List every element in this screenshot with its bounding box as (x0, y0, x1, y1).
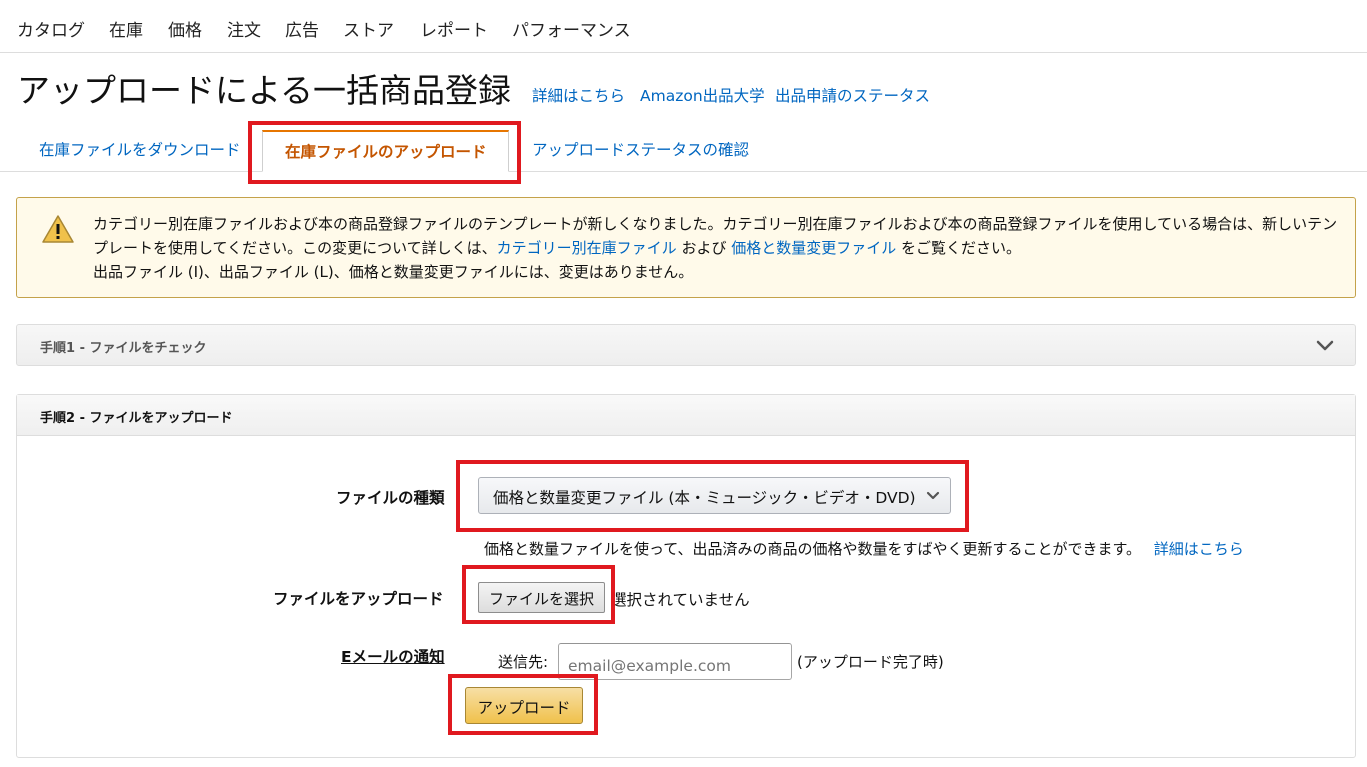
nav-item-inventory[interactable]: 在庫 (109, 16, 143, 41)
nav-item-stores[interactable]: ストア (343, 16, 394, 41)
tab-bar: 在庫ファイルをダウンロード アップロードステータスの確認 (0, 126, 1367, 172)
alert-text-and: および (676, 239, 732, 257)
page-title: アップロードによる一括商品登録 (17, 71, 512, 110)
email-suffix-text: (アップロード完了時) (797, 653, 944, 671)
category-inventory-file-link[interactable]: カテゴリー別在庫ファイル (497, 239, 677, 257)
seller-university-link[interactable]: Amazon出品大学 (640, 84, 765, 106)
file-type-label: ファイルの種類 (336, 489, 445, 507)
learn-more-link[interactable]: 詳細はこちら (532, 84, 625, 106)
nav-item-orders[interactable]: 注文 (227, 16, 261, 41)
tab-upload-inventory-file[interactable]: 在庫ファイルのアップロード (285, 140, 487, 162)
step1-label: 手順1 - ファイルをチェック (40, 341, 207, 356)
step2-header: 手順2 - ファイルをアップロード (17, 395, 1355, 436)
chevron-down-icon (926, 491, 940, 500)
price-quantity-file-link[interactable]: 価格と数量変更ファイル (731, 239, 896, 257)
nav-item-pricing[interactable]: 価格 (168, 16, 202, 41)
tab-upload-status[interactable]: アップロードステータスの確認 (532, 138, 749, 160)
nav-item-performance[interactable]: パフォーマンス (512, 16, 631, 41)
choose-file-button[interactable]: ファイルを選択 (478, 582, 605, 613)
file-upload-label: ファイルをアップロード (273, 590, 444, 608)
chevron-down-icon[interactable] (1315, 335, 1335, 355)
file-type-select[interactable]: 価格と数量変更ファイル (本・ミュージック・ビデオ・DVD) (478, 477, 951, 514)
upload-button[interactable]: アップロード (465, 687, 583, 724)
step1-accordion[interactable]: 手順1 - ファイルをチェック (16, 324, 1356, 366)
send-to-label: 送信先: (498, 653, 549, 671)
file-type-help-text: 価格と数量ファイルを使って、出品済みの商品の価格や数量をすばやく更新することがで… (484, 540, 1142, 558)
nav-item-advertising[interactable]: 広告 (285, 16, 319, 41)
nav-item-catalog[interactable]: カタログ (17, 16, 85, 41)
step2-label: 手順2 - ファイルをアップロード (40, 411, 233, 426)
alert-message: カテゴリー別在庫ファイルおよび本の商品登録ファイルのテンプレートが新しくなりまし… (93, 212, 1343, 284)
alert-text-3: 出品ファイル (I)、出品ファイル (L)、価格と数量変更ファイルには、変更はあ… (93, 263, 694, 281)
file-type-value: 価格と数量変更ファイル (本・ミュージック・ビデオ・DVD) (493, 489, 916, 507)
file-type-learn-more-link[interactable]: 詳細はこちら (1154, 540, 1244, 558)
file-type-help: 価格と数量ファイルを使って、出品済みの商品の価格や数量をすばやく更新することがで… (484, 538, 1244, 559)
nav-item-reports[interactable]: レポート (420, 16, 488, 41)
step2-panel: 手順2 - ファイルをアップロード (16, 394, 1356, 758)
application-status-link[interactable]: 出品申請のステータス (775, 84, 930, 106)
file-status-text: 選択されていません (611, 591, 750, 609)
template-change-alert: カテゴリー別在庫ファイルおよび本の商品登録ファイルのテンプレートが新しくなりまし… (16, 197, 1356, 298)
email-notification-label[interactable]: Eメールの通知 (341, 645, 445, 667)
warning-icon (42, 215, 74, 243)
tab-download-inventory-file[interactable]: 在庫ファイルをダウンロード (39, 138, 241, 160)
top-nav: カタログ 在庫 価格 注文 広告 ストア レポート パフォーマンス (0, 0, 1367, 53)
email-field[interactable] (558, 643, 792, 680)
alert-text-2: をご覧ください。 (896, 239, 1022, 257)
